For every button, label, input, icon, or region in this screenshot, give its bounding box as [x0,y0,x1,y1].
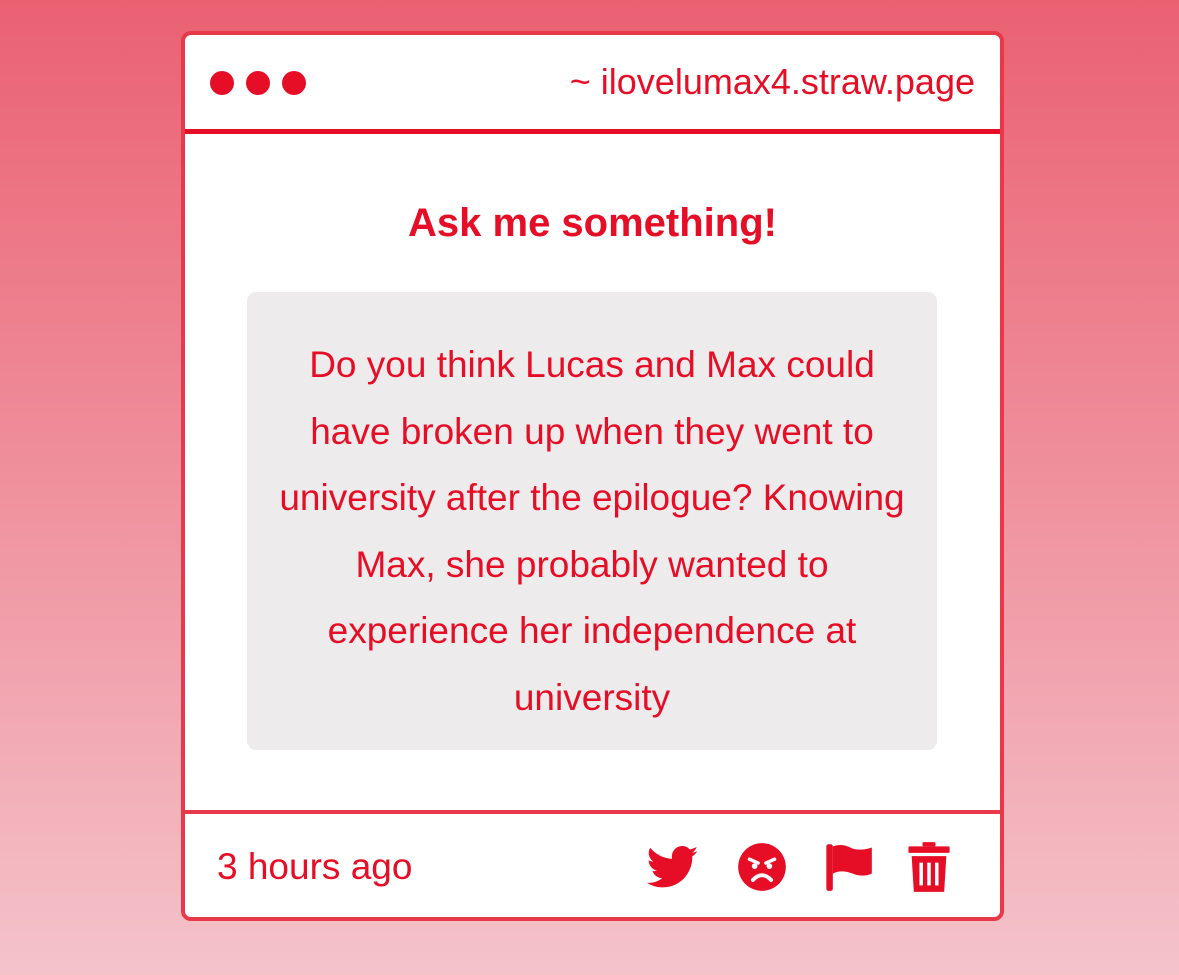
twitter-icon[interactable] [647,841,699,893]
window-dot-3 [282,71,306,95]
trash-icon[interactable] [903,841,955,893]
window-dot-1 [210,71,234,95]
page-url[interactable]: ~ ilovelumax4.straw.page [570,61,975,103]
question-box: Do you think Lucas and Max could have br… [247,292,937,750]
question-card: ~ ilovelumax4.straw.page Ask me somethin… [181,31,1004,921]
window-titlebar: ~ ilovelumax4.straw.page [185,35,1000,134]
window-dot-2 [246,71,270,95]
page-title: Ask me something! [408,201,777,245]
question-text: Do you think Lucas and Max could have br… [279,344,905,718]
flag-icon[interactable] [822,841,874,893]
timestamp: 3 hours ago [217,846,413,887]
angry-face-icon[interactable] [736,841,788,893]
card-footer: 3 hours ago [185,810,1000,921]
